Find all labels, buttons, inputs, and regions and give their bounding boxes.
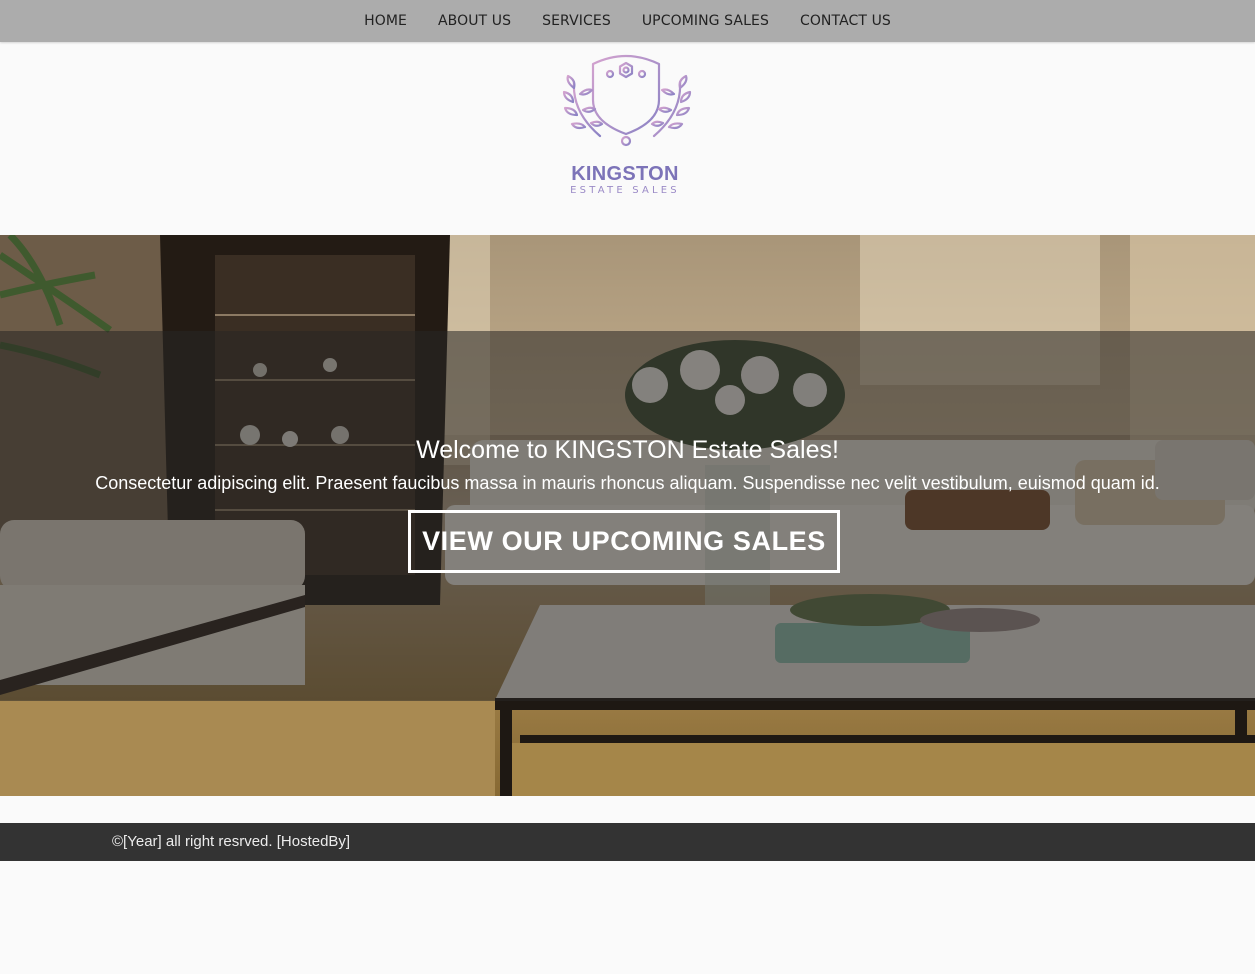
- logo-name: KINGSTON: [571, 163, 679, 185]
- view-upcoming-sales-button[interactable]: VIEW OUR UPCOMING SALES: [408, 510, 840, 573]
- hero-text: Consectetur adipiscing elit. Praesent fa…: [95, 473, 1160, 493]
- hero-title: Welcome to KINGSTON Estate Sales!: [416, 436, 839, 464]
- copyright-text: ©[Year] all right resrved. [HostedBy]: [112, 833, 351, 850]
- hero-banner: Welcome to KINGSTON Estate Sales! Consec…: [0, 235, 1255, 796]
- nav-about-link[interactable]: ABOUT US: [438, 13, 511, 29]
- site-footer: ©[Year] all right resrved. [HostedBy]: [0, 823, 1255, 861]
- crest-with-laurel-icon: [562, 54, 692, 147]
- nav-contact-link[interactable]: CONTACT US: [800, 13, 891, 29]
- nav-services-link[interactable]: SERVICES: [542, 13, 611, 29]
- main-nav: HOME ABOUT US SERVICES UPCOMING SALES CO…: [0, 0, 1255, 42]
- nav-upcoming-sales-link[interactable]: UPCOMING SALES: [642, 13, 769, 29]
- site-logo[interactable]: KINGSTON ESTATE SALES: [560, 50, 694, 200]
- nav-home-link[interactable]: HOME: [364, 13, 407, 29]
- logo-tagline: ESTATE SALES: [570, 185, 680, 196]
